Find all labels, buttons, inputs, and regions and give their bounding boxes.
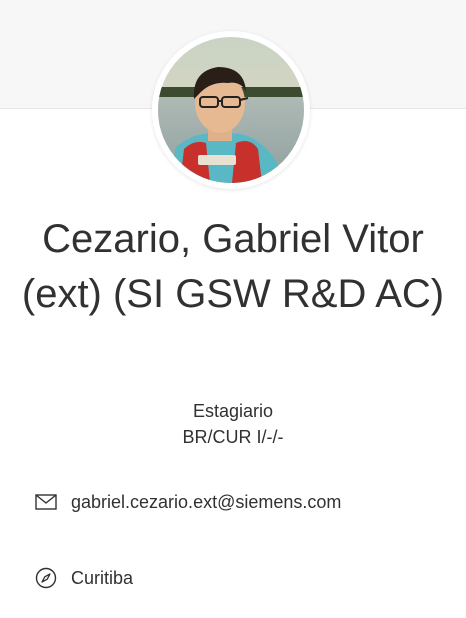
email-link[interactable]: gabriel.cezario.ext@siemens.com bbox=[71, 490, 341, 514]
person-name: Cezario, Gabriel Vitor (ext) (SI GSW R&D… bbox=[21, 217, 445, 316]
location-row: Curitiba bbox=[34, 566, 133, 590]
compass-icon bbox=[34, 566, 58, 590]
profile-photo bbox=[158, 37, 304, 183]
email-row[interactable]: gabriel.cezario.ext@siemens.com bbox=[34, 490, 341, 514]
mail-icon bbox=[34, 490, 58, 514]
avatar[interactable] bbox=[158, 37, 304, 183]
location-text: Curitiba bbox=[71, 568, 134, 588]
job-title: Estagiario bbox=[192, 401, 274, 421]
department: BR/CUR I/-/- bbox=[182, 427, 284, 447]
avatar-frame bbox=[152, 31, 310, 189]
